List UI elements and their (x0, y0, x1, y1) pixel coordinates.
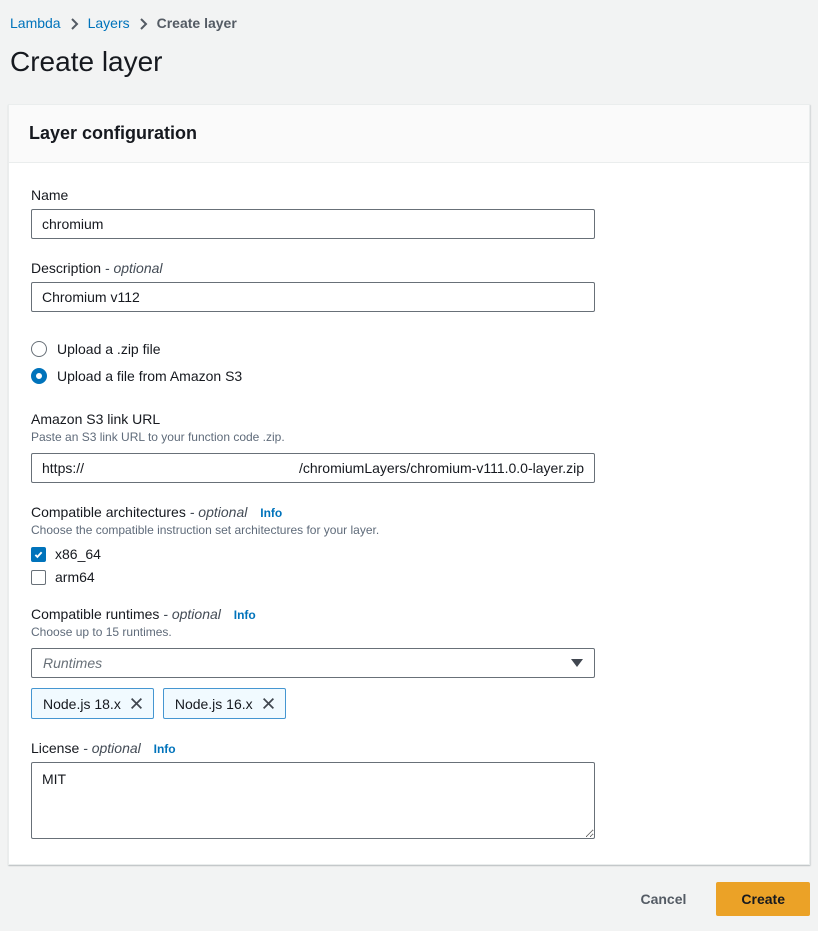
breadcrumb-item-current: Create layer (157, 15, 237, 31)
license-info-link[interactable]: Info (154, 742, 176, 756)
description-field-group: Description - optional (31, 260, 787, 312)
s3-url-hint: Paste an S3 link URL to your function co… (31, 429, 787, 445)
runtimes-select-placeholder: Runtimes (43, 655, 102, 671)
runtimes-field-group: Compatible runtimes - optional Info Choo… (31, 606, 787, 719)
license-label-text: License (31, 740, 79, 756)
panel-body: Name Description - optional Upload a .zi… (9, 163, 809, 864)
name-label: Name (31, 187, 787, 203)
create-button[interactable]: Create (716, 882, 810, 916)
description-label: Description - optional (31, 260, 787, 276)
radio-upload-zip[interactable]: Upload a .zip file (31, 341, 787, 357)
runtimes-label: Compatible runtimes - optional Info (31, 606, 787, 622)
breadcrumb: Lambda Layers Create layer (0, 0, 818, 31)
runtimes-hint: Choose up to 15 runtimes. (31, 624, 787, 640)
name-input[interactable] (31, 209, 595, 239)
checkbox-arm64[interactable]: arm64 (31, 569, 787, 585)
description-input[interactable] (31, 282, 595, 312)
cancel-button[interactable]: Cancel (622, 885, 704, 913)
checkbox-x86-64-label: x86_64 (55, 546, 101, 562)
runtimes-token-row: Node.js 18.x Node.js 16.x (31, 688, 787, 719)
chevron-right-icon (139, 18, 148, 30)
name-field-group: Name (31, 187, 787, 239)
architectures-hint: Choose the compatible instruction set ar… (31, 522, 787, 538)
architectures-optional-text: - optional (190, 504, 248, 520)
radio-selected-icon[interactable] (31, 368, 47, 384)
runtimes-optional-text: - optional (163, 606, 221, 622)
description-optional-text: - optional (105, 260, 163, 276)
panel-title: Layer configuration (29, 123, 789, 144)
runtimes-select[interactable]: Runtimes (31, 648, 595, 678)
s3-url-input[interactable]: https:// /chromiumLayers/chromium-v111.0… (31, 453, 595, 483)
dismiss-icon[interactable] (262, 697, 275, 710)
checkbox-x86-64[interactable]: x86_64 (31, 546, 787, 562)
s3-url-label: Amazon S3 link URL (31, 411, 787, 427)
page-title: Create layer (0, 45, 818, 79)
token-nodejs-18-label: Node.js 18.x (43, 696, 121, 712)
token-nodejs-16: Node.js 16.x (163, 688, 286, 719)
architectures-label: Compatible architectures - optional Info (31, 504, 787, 520)
dismiss-icon[interactable] (130, 697, 143, 710)
architectures-field-group: Compatible architectures - optional Info… (31, 504, 787, 585)
token-nodejs-16-label: Node.js 16.x (175, 696, 253, 712)
radio-upload-s3[interactable]: Upload a file from Amazon S3 (31, 368, 787, 384)
caret-down-icon (571, 659, 583, 667)
form-actions: Cancel Create (0, 865, 818, 916)
runtimes-info-link[interactable]: Info (234, 608, 256, 622)
s3-url-field-group: Amazon S3 link URL Paste an S3 link URL … (31, 411, 787, 483)
breadcrumb-item-layers[interactable]: Layers (88, 15, 130, 31)
radio-upload-zip-label: Upload a .zip file (57, 341, 161, 357)
checkbox-unchecked-icon[interactable] (31, 570, 46, 585)
runtimes-label-text: Compatible runtimes (31, 606, 159, 622)
breadcrumb-item-lambda[interactable]: Lambda (10, 15, 61, 31)
upload-source-radio-group: Upload a .zip file Upload a file from Am… (31, 341, 787, 384)
architectures-info-link[interactable]: Info (260, 506, 282, 520)
panel-header: Layer configuration (9, 105, 809, 163)
description-label-text: Description (31, 260, 101, 276)
license-field-group: License - optional Info MIT (31, 740, 787, 842)
layer-configuration-panel: Layer configuration Name Description - o… (8, 104, 810, 865)
radio-unselected-icon[interactable] (31, 341, 47, 357)
license-label: License - optional Info (31, 740, 787, 756)
license-optional-text: - optional (83, 740, 141, 756)
radio-upload-s3-label: Upload a file from Amazon S3 (57, 368, 242, 384)
chevron-right-icon (70, 18, 79, 30)
checkbox-checked-icon[interactable] (31, 547, 46, 562)
token-nodejs-18: Node.js 18.x (31, 688, 154, 719)
checkbox-arm64-label: arm64 (55, 569, 95, 585)
s3-url-value-prefix: https:// (42, 460, 84, 476)
s3-url-value-suffix: /chromiumLayers/chromium-v111.0.0-layer.… (299, 460, 584, 476)
architectures-label-text: Compatible architectures (31, 504, 186, 520)
license-textarea[interactable]: MIT (31, 762, 595, 839)
